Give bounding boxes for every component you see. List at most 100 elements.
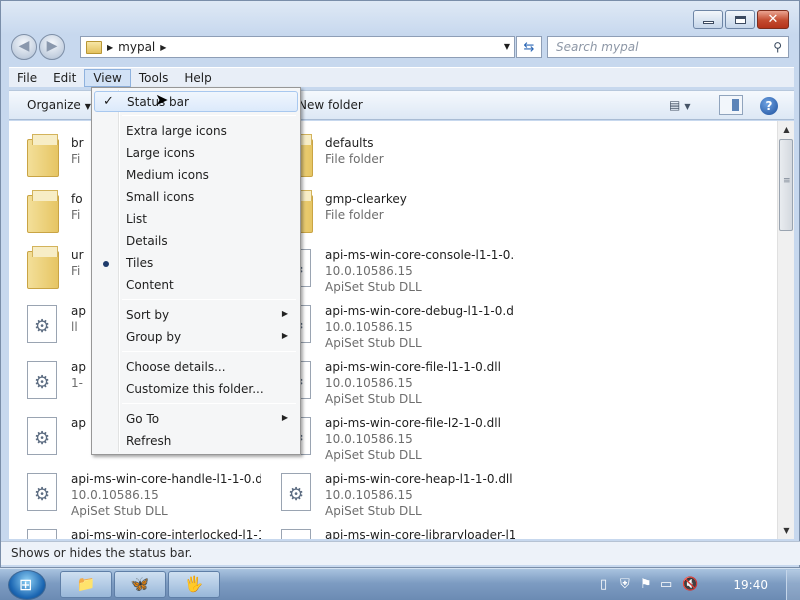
address-dropdown-icon[interactable]: ▼: [504, 42, 510, 51]
status-bar: Shows or hides the status bar.: [1, 541, 800, 565]
file-detail: 10.0.10586.15: [71, 488, 159, 502]
file-item[interactable]: api-ms-win-core-libraryloader-l1-1: [263, 521, 515, 539]
file-detail: 10.0.10586.15: [325, 432, 413, 446]
view-menu-item-status-bar[interactable]: ✓ Status bar: [94, 91, 298, 112]
vertical-scrollbar[interactable]: ▲ ▼: [777, 121, 794, 539]
dll-file-icon: [27, 529, 57, 539]
view-menu-item-medium-icons[interactable]: Medium icons: [94, 165, 298, 186]
submenu-arrow-icon: ▶: [281, 413, 288, 422]
forward-arrow-icon: ▶: [46, 38, 58, 54]
file-detail: [325, 167, 515, 183]
file-detail: ApiSet Stub DLL: [325, 392, 422, 406]
close-button[interactable]: ✕: [757, 10, 789, 29]
menu-tools[interactable]: Tools: [131, 69, 177, 87]
view-menu-item-group-by[interactable]: Group by ▶: [94, 327, 298, 348]
scroll-thumb[interactable]: [779, 139, 793, 231]
view-menu-item-sort-by[interactable]: Sort by ▶: [94, 305, 298, 326]
file-name: api-ms-win-core-libraryloader-l1-1: [325, 528, 515, 539]
search-icon[interactable]: ⚲: [773, 40, 782, 54]
search-input[interactable]: Search mypal ⚲: [547, 36, 789, 58]
menu-separator: [122, 299, 296, 300]
change-view-button[interactable]: ▤ ▼: [669, 98, 691, 112]
view-menu-item-large-icons[interactable]: Large icons: [94, 143, 298, 164]
security-icon[interactable]: ⛨: [620, 577, 630, 592]
mouse-cursor-icon: ➤: [155, 90, 169, 109]
notes-icon[interactable]: ▯: [600, 577, 607, 592]
chevron-down-icon: ▼: [84, 102, 91, 111]
tile-icon: [27, 189, 59, 233]
new-folder-button[interactable]: New folder: [298, 98, 363, 112]
help-button[interactable]: ?: [760, 97, 778, 115]
file-item[interactable]: api-ms-win-core-heap-l1-1-0.dll 10.0.1058…: [263, 465, 513, 521]
menu-item-label: Go To: [126, 412, 160, 426]
clock[interactable]: 19:40: [733, 578, 768, 592]
tile-icon: [281, 469, 313, 513]
menu-separator: [122, 351, 296, 352]
file-detail: 10.0.10586.15: [325, 376, 413, 390]
menu-item-label: Tiles: [126, 256, 154, 270]
file-detail: ApiSet Stub DLL: [325, 280, 422, 294]
menu-separator: [122, 403, 296, 404]
tile-text: defaults File folder: [325, 135, 515, 183]
taskbar-explorer-button[interactable]: 📁: [60, 571, 112, 598]
folder-icon: [27, 246, 59, 289]
scroll-up-icon[interactable]: ▲: [778, 121, 795, 138]
view-menu-item-details[interactable]: Details: [94, 231, 298, 252]
file-detail: 10.0.10586.15: [325, 488, 413, 502]
scroll-down-icon[interactable]: ▼: [778, 522, 795, 539]
menu-separator: [122, 115, 296, 116]
dll-file-icon: [27, 417, 57, 455]
taskbar-mypal-button[interactable]: 🦋: [114, 571, 166, 598]
refresh-button[interactable]: ⇆: [516, 36, 542, 58]
network-icon[interactable]: ▭: [660, 577, 672, 592]
forward-button[interactable]: ▶: [39, 34, 65, 60]
address-bar[interactable]: ▶ mypal ▶ ▼: [80, 36, 515, 58]
menu-item-label: Choose details...: [126, 360, 226, 374]
view-menu-item-tiles[interactable]: Tiles: [94, 253, 298, 274]
view-menu-item-content[interactable]: Content: [94, 275, 298, 296]
tile-icon: [27, 133, 59, 177]
view-menu-item-go-to[interactable]: Go To ▶: [94, 409, 298, 430]
breadcrumb-mypal[interactable]: mypal: [118, 40, 155, 54]
preview-pane-button[interactable]: [719, 95, 743, 115]
tile-text: gmp-clearkey File folder: [325, 191, 515, 239]
maximize-button[interactable]: [725, 10, 755, 29]
menu-help[interactable]: Help: [176, 69, 219, 87]
minimize-button[interactable]: [693, 10, 723, 29]
taskbar-app-button[interactable]: 🖐: [168, 571, 220, 598]
view-menu-item-refresh[interactable]: Refresh: [94, 431, 298, 452]
submenu-arrow-icon: ▶: [281, 331, 288, 340]
back-button[interactable]: ◀: [11, 34, 37, 60]
show-desktop-button[interactable]: [786, 570, 800, 600]
menu-file[interactable]: File: [9, 69, 45, 87]
start-button[interactable]: [8, 570, 46, 600]
file-name: api-ms-win-core-heap-l1-1-0.dll: [325, 472, 513, 486]
menu-item-label: Customize this folder...: [126, 382, 264, 396]
menu-edit[interactable]: Edit: [45, 69, 84, 87]
view-menu-item-list[interactable]: List: [94, 209, 298, 230]
tile-icon: [27, 413, 59, 457]
breadcrumb-chevron-icon[interactable]: ▶: [160, 43, 166, 52]
file-item[interactable]: api-ms-win-core-interlocked-l1-1-: [9, 521, 261, 539]
file-item[interactable]: api-ms-win-core-handle-l1-1-0.dll 10.0.10…: [9, 465, 261, 521]
view-menu-item-small-icons[interactable]: Small icons: [94, 187, 298, 208]
breadcrumb-chevron-icon[interactable]: ▶: [107, 43, 113, 52]
file-name: defaults: [325, 136, 374, 150]
flag-icon[interactable]: ⚑: [640, 577, 652, 592]
view-menu-item-extra-large-icons[interactable]: Extra large icons: [94, 121, 298, 142]
view-menu-item-choose-details[interactable]: Choose details...: [94, 357, 298, 378]
tile-icon: [27, 469, 59, 513]
file-detail: ApiSet Stub DLL: [325, 336, 422, 350]
menu-view[interactable]: View: [84, 68, 131, 87]
organize-button[interactable]: Organize ▼: [27, 98, 91, 112]
file-detail: File folder: [325, 208, 384, 222]
menu-item-label: List: [126, 212, 147, 226]
dll-file-icon: [281, 529, 311, 539]
dll-file-icon: [27, 305, 57, 343]
view-menu-item-customize-this-folder[interactable]: Customize this folder...: [94, 379, 298, 400]
file-detail: File folder: [325, 152, 384, 166]
volume-muted-icon[interactable]: 🔇: [682, 577, 698, 592]
menu-item-label: Medium icons: [126, 168, 209, 182]
search-placeholder: Search mypal: [556, 40, 639, 54]
caption-buttons: ✕: [691, 10, 789, 29]
